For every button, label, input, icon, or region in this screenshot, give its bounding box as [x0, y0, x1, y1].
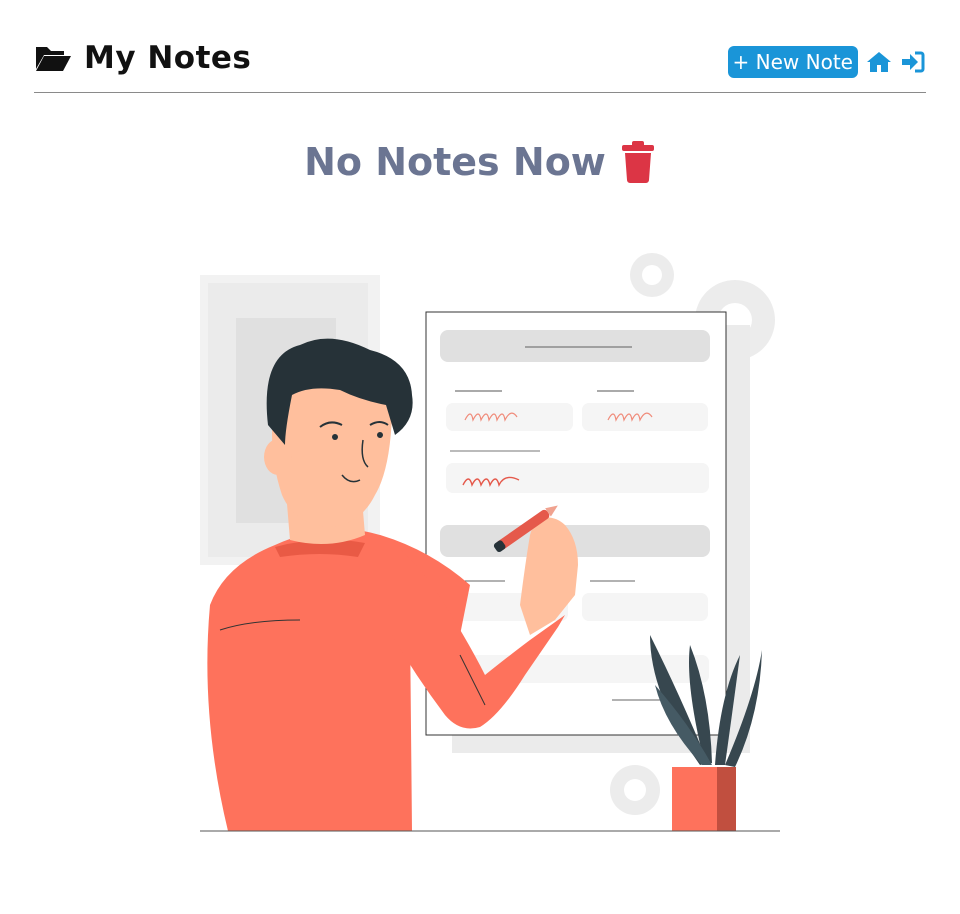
empty-state: No Notes Now [0, 140, 960, 184]
trash-icon [621, 141, 654, 183]
page-title: My Notes [84, 40, 252, 76]
sign-in-icon[interactable] [900, 49, 926, 75]
brand: My Notes [34, 40, 251, 76]
home-icon[interactable] [866, 49, 892, 75]
header: My Notes + New Note [34, 30, 926, 93]
header-actions: + New Note [727, 46, 926, 78]
empty-state-message: No Notes Now [304, 140, 606, 184]
new-note-button[interactable]: + New Note [727, 46, 858, 78]
folder-open-icon [36, 47, 71, 71]
empty-notes-illustration [200, 253, 780, 832]
